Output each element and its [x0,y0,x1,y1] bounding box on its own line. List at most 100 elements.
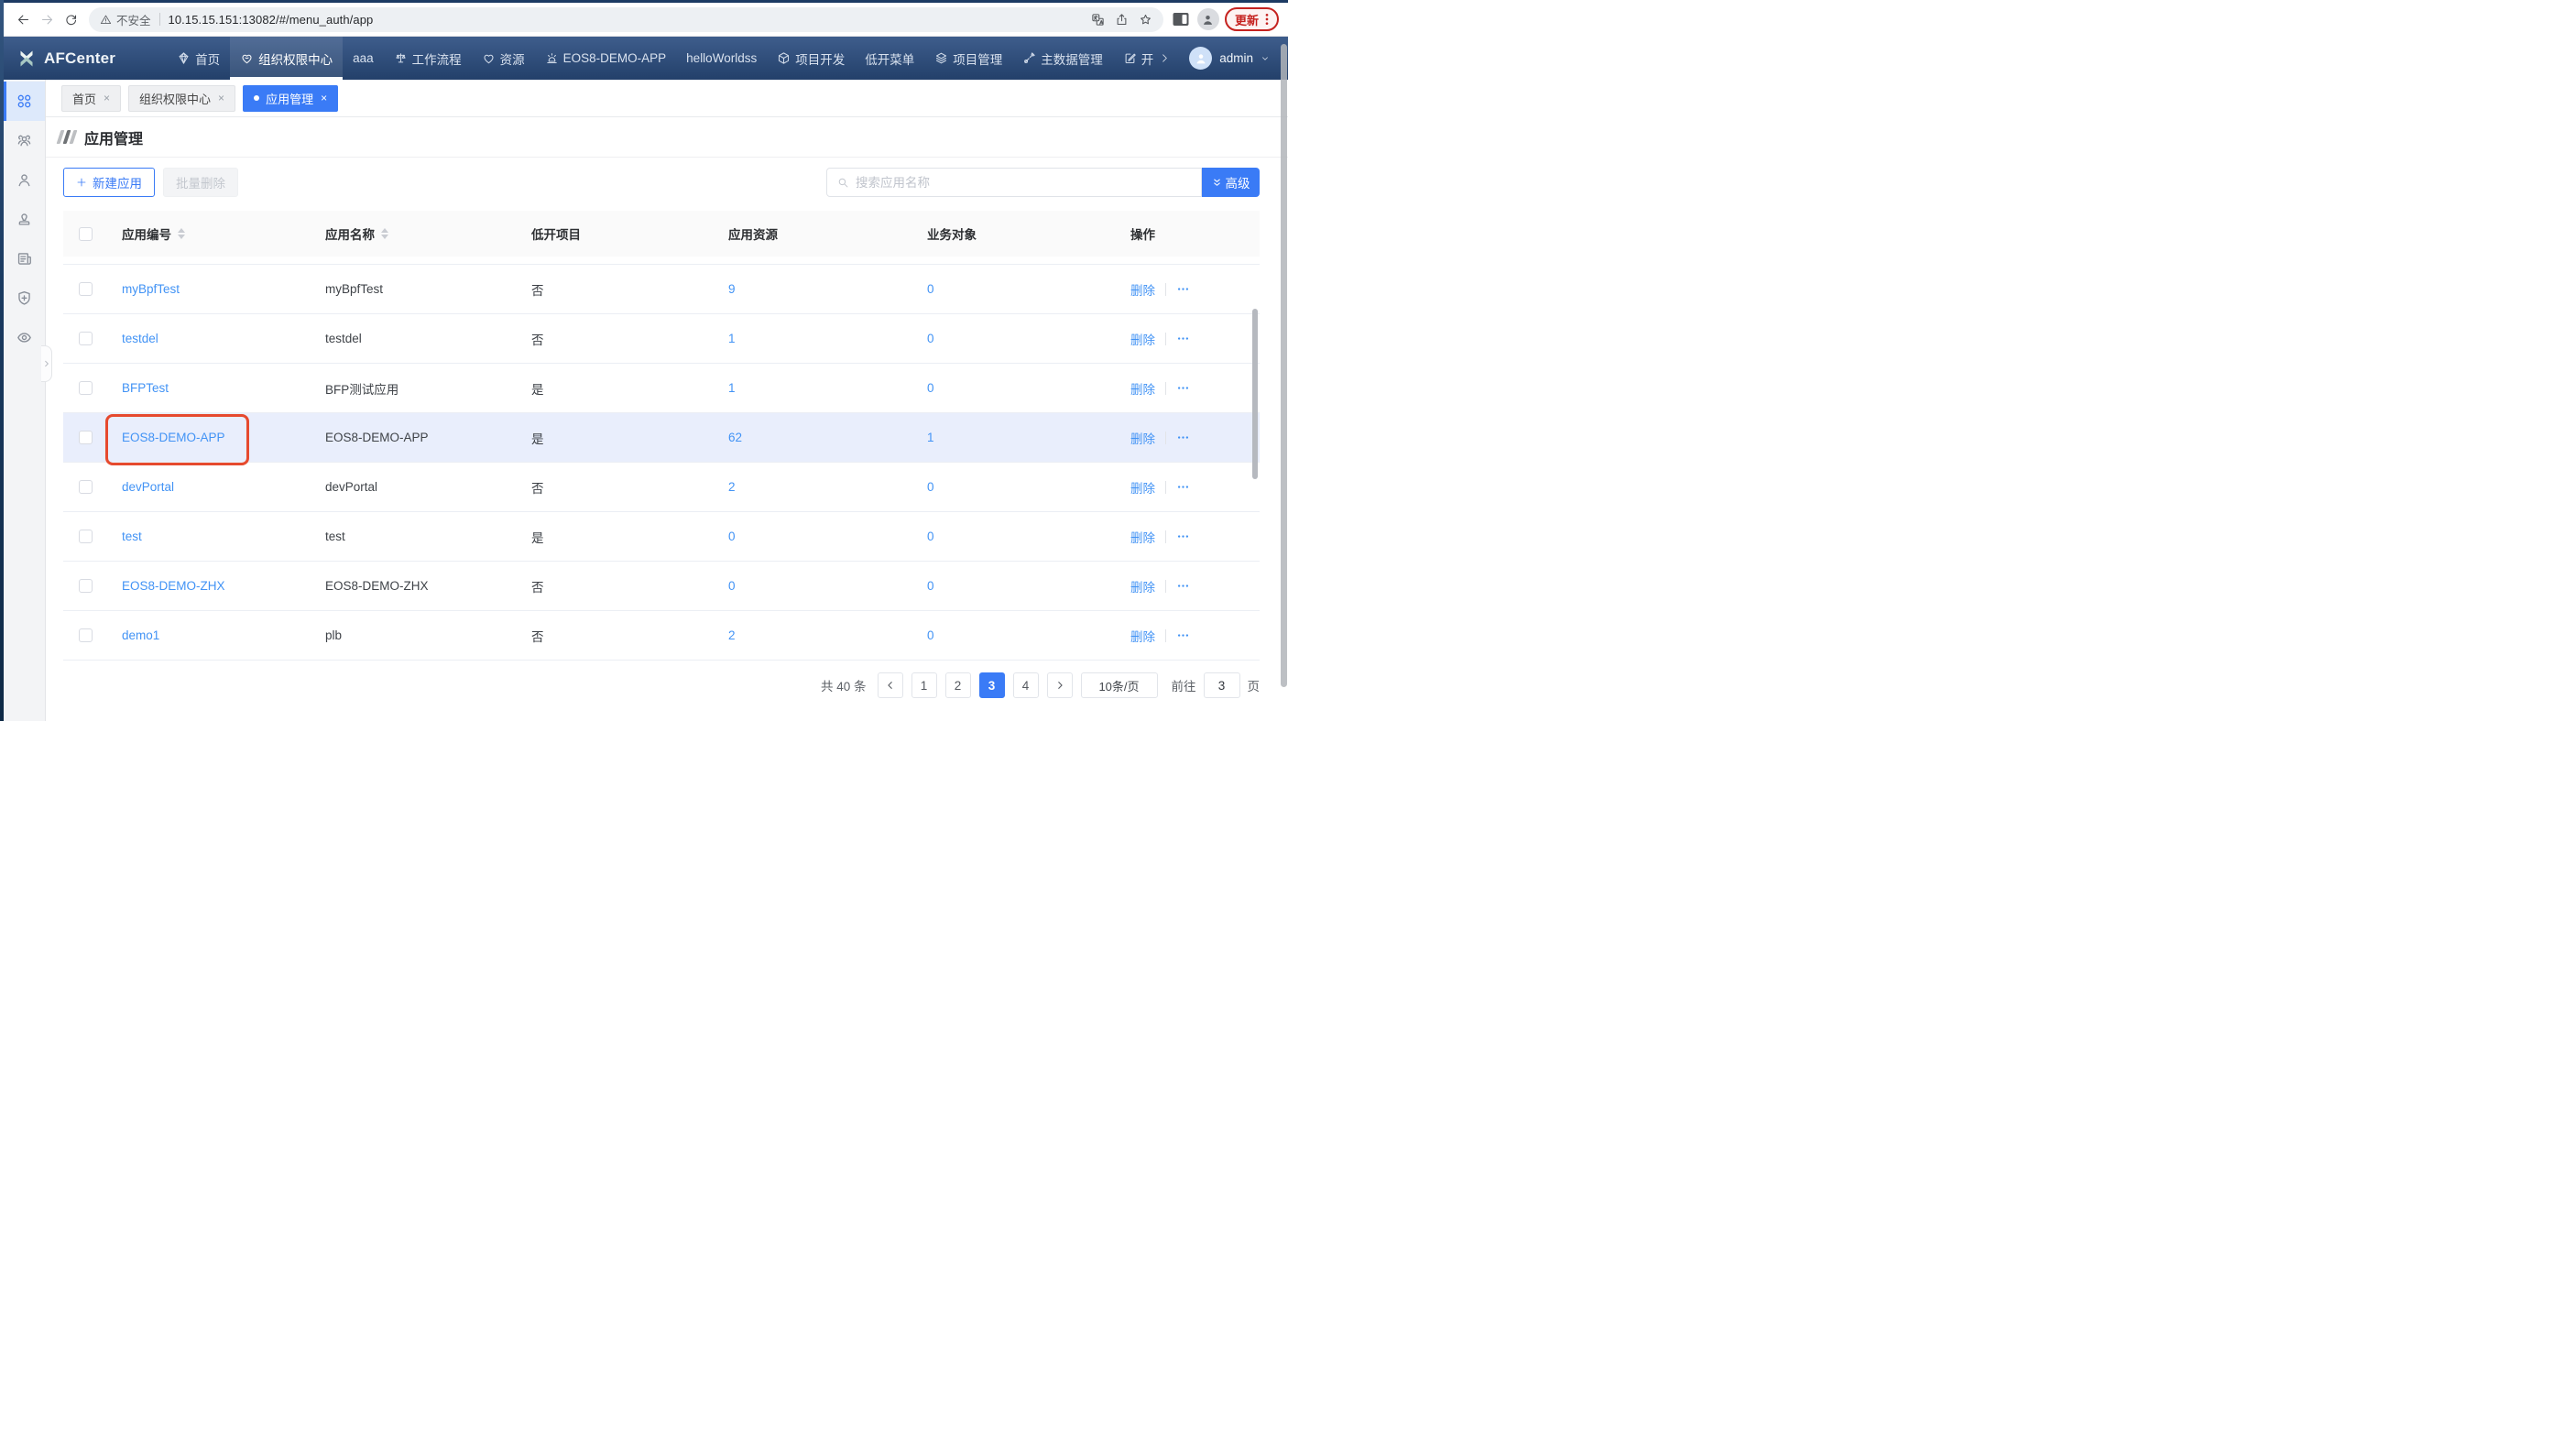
app-code-link[interactable]: test [122,530,142,543]
app-code-link[interactable]: demo1 [122,628,159,642]
browser-menu-dots-icon[interactable] [1265,13,1269,26]
more-actions-button[interactable] [1176,381,1190,395]
business-objects-link[interactable]: 0 [927,282,934,296]
browser-forward-button[interactable] [35,7,59,31]
app-resources-link[interactable]: 62 [728,431,742,444]
prev-page-button[interactable] [878,672,903,698]
row-checkbox[interactable] [79,332,93,345]
browser-update-button[interactable]: 更新 [1225,7,1279,31]
nav-item-开[interactable]: 开 [1113,37,1157,80]
nav-item-首页[interactable]: 首页 [167,37,230,80]
delete-link[interactable]: 删除 [1130,280,1155,299]
bookmark-star-icon[interactable] [1134,7,1158,31]
window-scrollbar-thumb[interactable] [1281,44,1287,687]
app-resources-link[interactable]: 2 [728,628,736,642]
page-button-4[interactable]: 4 [1013,672,1039,698]
nav-item-工作流程[interactable]: 工作流程 [384,37,472,80]
delete-link[interactable]: 删除 [1130,528,1155,546]
sidebar-item-user[interactable] [4,160,45,200]
nav-item-资源[interactable]: 资源 [472,37,535,80]
tab-组织权限中心[interactable]: 组织权限中心× [128,85,235,112]
nav-item-组织权限中心[interactable]: 组织权限中心 [230,37,343,80]
business-objects-link[interactable]: 1 [927,431,934,444]
address-bar[interactable]: 不安全 10.15.15.151:13082/#/menu_auth/app [89,7,1163,32]
nav-item-主数据管理[interactable]: 主数据管理 [1012,37,1113,80]
more-actions-button[interactable] [1176,579,1190,593]
nav-item-低开菜单[interactable]: 低开菜单 [855,37,924,80]
tab-应用管理[interactable]: 应用管理× [243,85,338,112]
app-code-link[interactable]: devPortal [122,480,174,494]
more-actions-button[interactable] [1176,480,1190,494]
app-code-link[interactable]: myBpfTest [122,282,180,296]
app-resources-link[interactable]: 0 [728,579,736,593]
sidebar-expand-handle[interactable] [41,345,52,382]
next-page-button[interactable] [1047,672,1073,698]
business-objects-link[interactable]: 0 [927,628,934,642]
goto-page-input[interactable] [1204,672,1240,698]
nav-item-项目管理[interactable]: 项目管理 [924,37,1012,80]
sidebar-item-stamp[interactable] [4,200,45,239]
tab-close-icon[interactable]: × [321,93,327,104]
app-code-link[interactable]: EOS8-DEMO-ZHX [122,579,225,593]
sidebar-item-shield-plus[interactable] [4,279,45,318]
column-header-应用编号[interactable]: 应用编号 [107,224,311,243]
sidepanel-toggle-icon[interactable] [1170,8,1192,30]
search-box[interactable] [826,168,1202,197]
app-resources-link[interactable]: 1 [728,332,736,345]
sidebar-item-document[interactable] [4,239,45,279]
row-checkbox[interactable] [79,579,93,593]
page-button-3[interactable]: 3 [979,672,1005,698]
business-objects-link[interactable]: 0 [927,579,934,593]
more-actions-button[interactable] [1176,332,1190,345]
row-checkbox[interactable] [79,530,93,543]
app-code-link[interactable]: BFPTest [122,381,169,395]
user-menu[interactable]: admin [1173,37,1288,80]
translate-icon[interactable] [1086,7,1110,31]
advanced-search-button[interactable]: 高级 [1202,168,1260,197]
select-all-checkbox[interactable] [79,227,93,241]
app-resources-link[interactable]: 1 [728,381,736,395]
app-resources-link[interactable]: 2 [728,480,736,494]
brand[interactable]: AFCenter [4,48,128,70]
nav-item-aaa[interactable]: aaa [343,37,384,80]
column-header-应用名称[interactable]: 应用名称 [311,224,517,243]
row-checkbox[interactable] [79,381,93,395]
batch-delete-button[interactable]: 批量删除 [163,168,238,197]
row-checkbox[interactable] [79,282,93,296]
more-actions-button[interactable] [1176,282,1190,296]
tab-close-icon[interactable]: × [104,93,110,104]
sidebar-item-eye[interactable] [4,318,45,357]
delete-link[interactable]: 删除 [1130,379,1155,398]
search-input[interactable] [856,176,1192,190]
delete-link[interactable]: 删除 [1130,330,1155,348]
menu-overflow-chevron-icon[interactable] [1156,53,1173,63]
delete-link[interactable]: 删除 [1130,577,1155,595]
sidebar-item-team[interactable] [4,121,45,160]
table-scrollbar-thumb[interactable] [1252,309,1258,479]
app-code-link[interactable]: testdel [122,332,158,345]
app-code-link[interactable]: EOS8-DEMO-APP [122,431,225,444]
page-button-2[interactable]: 2 [945,672,971,698]
more-actions-button[interactable] [1176,628,1190,642]
tab-首页[interactable]: 首页× [61,85,121,112]
browser-profile-avatar[interactable] [1197,8,1219,30]
business-objects-link[interactable]: 0 [927,332,934,345]
business-objects-link[interactable]: 0 [927,381,934,395]
page-button-1[interactable]: 1 [911,672,937,698]
delete-link[interactable]: 删除 [1130,429,1155,447]
browser-reload-button[interactable] [59,7,82,31]
row-checkbox[interactable] [79,431,93,444]
row-checkbox[interactable] [79,480,93,494]
app-resources-link[interactable]: 0 [728,530,736,543]
business-objects-link[interactable]: 0 [927,480,934,494]
nav-item-helloWorldss[interactable]: helloWorldss [676,37,767,80]
app-resources-link[interactable]: 9 [728,282,736,296]
nav-item-项目开发[interactable]: 项目开发 [767,37,855,80]
new-app-button[interactable]: 新建应用 [63,168,155,197]
row-checkbox[interactable] [79,628,93,642]
browser-back-button[interactable] [11,7,35,31]
share-icon[interactable] [1110,7,1134,31]
business-objects-link[interactable]: 0 [927,530,934,543]
sort-icon[interactable] [178,228,185,239]
page-size-select[interactable]: 10条/页 [1081,672,1158,698]
